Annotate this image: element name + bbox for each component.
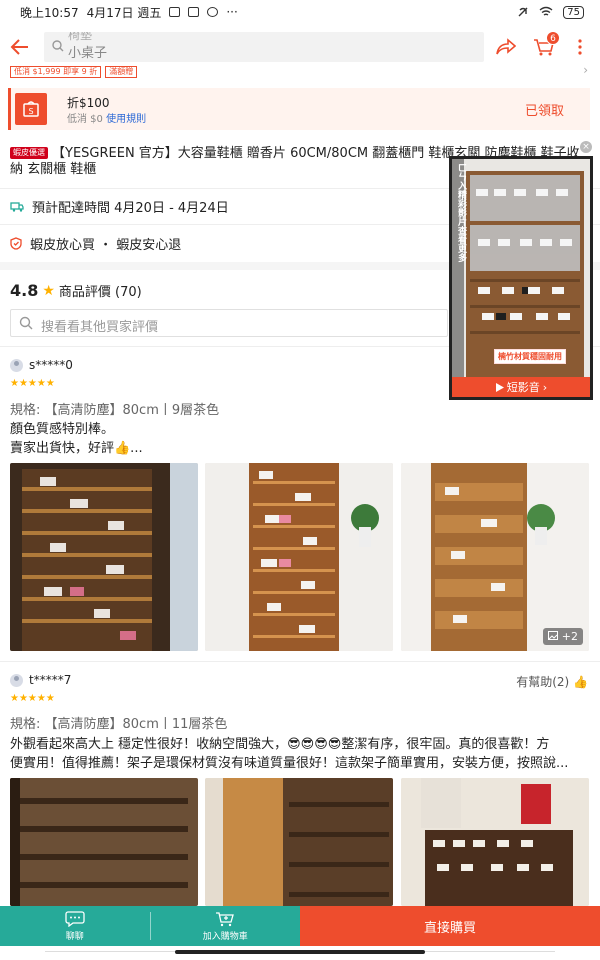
chat-icon <box>65 910 85 927</box>
coupon-card[interactable]: S 折$100 低消 $0 使用規則 已領取 <box>8 88 590 130</box>
add-to-cart-label: 加入購物車 <box>202 931 248 942</box>
back-button[interactable] <box>0 24 40 70</box>
bottom-action-bar: 聊聊 加入購物車 直接購買 <box>0 906 600 946</box>
preferred-badge: 蝦皮優選 <box>10 147 48 159</box>
cart-count-badge: 6 <box>546 31 560 45</box>
search-placeholder: 小桌子 <box>68 46 108 61</box>
usage-rules-link[interactable]: 使用規則 <box>106 114 146 125</box>
shipping-estimate: 預計配達時間 4月20日 - 4月24日 <box>32 201 229 216</box>
wifi-icon <box>539 6 553 16</box>
truck-icon <box>10 202 24 212</box>
divider <box>0 661 600 662</box>
coupon-subtitle: 低消 $0 使用規則 <box>67 110 146 125</box>
reviews-count-label: 商品評價 (70) <box>58 285 142 300</box>
share-icon <box>496 38 516 55</box>
short-video-label: 短影音 <box>506 381 540 394</box>
coupon-min-spend: 低消 $0 <box>67 114 103 125</box>
review-photo[interactable] <box>10 778 198 906</box>
review-text-line: 外觀看起來高大上 穩定性很好！收納空間強大，😎😎😎😎整潔有序，很牢固。真的很喜歡… <box>10 737 550 752</box>
avatar <box>10 673 23 687</box>
review-search-input[interactable]: 搜看看其他買家評價 <box>10 309 448 337</box>
shield-icon <box>10 237 22 250</box>
chat-button[interactable]: 聊聊 <box>0 906 150 946</box>
review-photo[interactable] <box>401 778 589 906</box>
review-photo[interactable] <box>205 463 393 651</box>
more-photos-count: +2 <box>561 630 578 643</box>
helpful-button[interactable]: 有幫助(2) 👍 <box>516 673 588 690</box>
guarantee-text: 蝦皮放心買 ・ 蝦皮安心退 <box>30 238 182 253</box>
reviewer-name: s*****0 <box>29 358 73 372</box>
review-search-placeholder: 搜看看其他買家評價 <box>41 320 159 335</box>
gallery-icon <box>169 7 181 17</box>
chevron-right-icon: › <box>542 380 548 394</box>
buy-now-button[interactable]: 直接購買 <box>300 906 600 946</box>
cart-button[interactable]: 6 <box>530 24 560 70</box>
star-icon: ★ <box>42 282 55 299</box>
message-icon <box>207 7 219 17</box>
chevron-right-icon: › <box>583 63 588 77</box>
coupon-title: 折$100 <box>67 96 110 110</box>
chat-label: 聊聊 <box>65 931 84 942</box>
status-date: 4月17日 週五 <box>86 5 162 20</box>
svg-text:S: S <box>28 107 33 116</box>
review-stars: ★★★★★ <box>10 378 55 389</box>
guarantee-row[interactable]: 蝦皮放心買 ・ 蝦皮安心退 <box>10 234 181 253</box>
status-bar: 晚上10:57 4月17日 週五 ··· 75 <box>0 0 600 24</box>
review-variant: 規格: 【高清防塵】80cm丨11層茶色 <box>10 717 228 732</box>
review-text-line: 賣家出貨快，好評👍... <box>10 441 143 456</box>
status-more-dots: ··· <box>226 5 238 19</box>
short-video-button[interactable]: 短影音 › <box>452 377 590 397</box>
shipping-row[interactable]: 預計配達時間 4月20日 - 4月24日 <box>10 197 229 216</box>
video-close-button[interactable]: × <box>580 141 592 153</box>
status-time: 晚上10:57 <box>20 5 79 20</box>
reviewer-name: t*****7 <box>29 673 72 687</box>
review-photo[interactable]: +2 <box>401 463 589 651</box>
rating-score: 4.8 <box>10 281 39 300</box>
coupon-claimed-status: 已領取 <box>524 104 564 119</box>
search-icon <box>52 40 64 52</box>
more-photos-badge[interactable]: +2 <box>543 628 583 645</box>
review-text-line: 顏色質感特別棒。 <box>10 422 115 437</box>
buy-now-label: 直接購買 <box>423 920 476 936</box>
avatar <box>10 358 23 372</box>
thumbs-up-icon: 👍 <box>573 675 588 689</box>
review-photo[interactable] <box>205 778 393 906</box>
helpful-count: 有幫助(2) <box>516 675 570 689</box>
more-vertical-icon <box>578 39 582 55</box>
short-video-player[interactable]: ㄈㄣ入精彩影片查看更多 楠竹材質穩固耐用 短影音 › <box>449 156 593 400</box>
voucher-icon: S <box>15 93 47 125</box>
reviews-header[interactable]: 4.8 ★ 商品評價 (70) <box>10 281 142 300</box>
home-indicator[interactable] <box>175 950 425 954</box>
promo-tag: 低消 $1,999 即享 9 折 <box>10 66 102 78</box>
reviewer: s*****0 <box>10 358 73 372</box>
trash-icon <box>188 7 200 17</box>
video-caption: 楠竹材質穩固耐用 <box>494 349 566 364</box>
review-photo[interactable] <box>10 463 198 651</box>
more-menu-button[interactable] <box>568 24 592 70</box>
promo-tag: 滿額贈 <box>105 66 138 78</box>
image-icon <box>548 631 559 640</box>
search-input[interactable]: 椅墊 小桌子 <box>44 32 484 62</box>
add-to-cart-icon <box>216 911 235 926</box>
product-page: 晚上10:57 4月17日 週五 ··· 75 椅墊 小桌子 6 低消 $1,9… <box>0 0 600 960</box>
video-side-text: ㄈㄣ入精彩影片查看更多 <box>456 163 466 262</box>
promo-tags[interactable]: 低消 $1,999 即享 9 折 滿額贈 <box>10 66 138 78</box>
play-icon <box>495 382 504 392</box>
search-icon <box>19 316 33 330</box>
back-arrow-icon <box>10 39 28 55</box>
review-text-line: 便實用！值得推薦！架子是環保材質沒有味道質量很好！這款架子簡單實用，安裝方便，按… <box>10 756 569 771</box>
share-button[interactable] <box>492 24 520 70</box>
mute-icon <box>518 7 528 17</box>
review-variant: 規格: 【高清防塵】80cm丨9層茶色 <box>10 403 220 418</box>
reviewer: t*****7 <box>10 673 71 687</box>
add-to-cart-button[interactable]: 加入購物車 <box>151 906 301 946</box>
top-header: 椅墊 小桌子 6 <box>0 24 600 70</box>
battery-icon: 75 <box>563 5 584 19</box>
review-stars: ★★★★★ <box>10 693 55 704</box>
